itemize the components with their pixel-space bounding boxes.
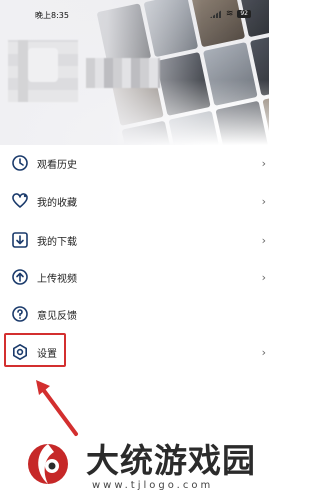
menu-item-label: 观看历史 [37, 159, 77, 171]
watermark-logo-icon [28, 444, 68, 484]
status-time: 晚上8:35 [35, 11, 69, 20]
menu-item-label: 我的下载 [37, 236, 77, 248]
help-icon [12, 306, 28, 322]
watermark: 大统游戏园 www.tjlogo.com [0, 426, 269, 500]
battery-icon: 92 [237, 10, 251, 18]
history-icon [12, 155, 28, 171]
menu-item-label: 我的收藏 [37, 197, 77, 209]
chevron-right-icon: › [261, 156, 266, 170]
download-icon [12, 232, 28, 248]
status-bar: 晚上8:35 ≋ 92 [0, 10, 269, 24]
wifi-icon: ≋ [225, 9, 234, 19]
menu-item-label: 上传视频 [37, 273, 77, 285]
highlight-box [4, 333, 66, 367]
watermark-url: www.tjlogo.com [92, 480, 214, 491]
signal-icon [209, 10, 222, 18]
favorite-icon [12, 193, 28, 208]
chevron-right-icon: › [261, 233, 266, 247]
chevron-right-icon: › [261, 345, 266, 359]
watermark-title: 大统游戏园 [86, 441, 256, 480]
menu-item-upload[interactable]: 上传视频 › [0, 259, 269, 295]
menu-item-feedback[interactable]: 意见反馈 [0, 296, 269, 332]
chevron-right-icon: › [261, 194, 266, 208]
upload-icon [12, 269, 28, 285]
menu-item-downloads[interactable]: 我的下载 › [0, 222, 269, 258]
chevron-right-icon: › [261, 270, 266, 284]
menu-item-history[interactable]: 观看历史 › [0, 145, 269, 181]
menu-item-label: 意见反馈 [37, 310, 77, 322]
profile-header: 晚上8:35 ≋ 92 [0, 0, 269, 145]
avatar[interactable] [8, 40, 78, 102]
username-pixelated[interactable] [86, 58, 160, 88]
menu-item-favorites[interactable]: 我的收藏 › [0, 183, 269, 219]
